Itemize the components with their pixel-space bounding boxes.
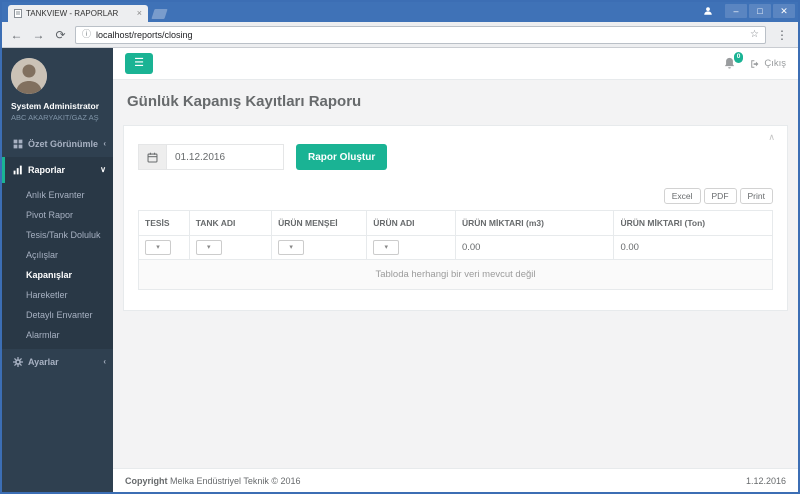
filter-urun-adi[interactable]: ▾ xyxy=(373,240,400,255)
browser-menu-icon[interactable]: ⋮ xyxy=(773,29,791,41)
minimize-button[interactable]: – xyxy=(725,4,747,18)
filter-urun-mensei[interactable]: ▾ xyxy=(278,240,305,255)
panel-collapse-icon[interactable]: ∧ xyxy=(768,133,775,142)
back-icon[interactable]: ← xyxy=(9,29,24,41)
export-pdf-button[interactable]: PDF xyxy=(703,188,737,204)
content: ∧ Rapor Oluştur Excel PDF Pri xyxy=(113,121,798,468)
profile-icon[interactable] xyxy=(697,4,719,18)
column-header-urun-adi[interactable]: ÜRÜN ADI xyxy=(366,210,456,236)
sidebar-item-detayli-envanter[interactable]: Detaylı Envanter xyxy=(2,305,113,325)
export-print-button[interactable]: Print xyxy=(739,188,773,204)
total-ton: 0.00 xyxy=(613,235,773,260)
user-name: System Administrator xyxy=(11,101,100,111)
browser-tab[interactable]: TANKVIEW - RAPORLAR × xyxy=(8,5,148,22)
total-m3: 0.00 xyxy=(454,235,615,260)
table-empty-row: Tabloda herhangi bir veri mevcut değil xyxy=(138,259,773,290)
sidebar-item-label: Özet Görünümler xyxy=(28,139,99,149)
gear-icon xyxy=(13,357,23,367)
sidebar-item-hareketler[interactable]: Hareketler xyxy=(2,285,113,305)
sidebar-toggle-button[interactable]: ☰ xyxy=(125,53,153,74)
grid-icon xyxy=(13,139,23,149)
user-profile: System Administrator ABC AKARYAKIT/GAZ A… xyxy=(2,48,113,131)
sidebar-item-tesis-tank-doluluk[interactable]: Tesis/Tank Doluluk xyxy=(2,225,113,245)
column-header-urun-miktari-ton[interactable]: ÜRÜN MİKTARI (Ton) xyxy=(613,210,773,236)
close-button[interactable]: ✕ xyxy=(773,4,795,18)
sidebar-item-alarmlar[interactable]: Alarmlar xyxy=(2,325,113,345)
logout-icon xyxy=(751,59,759,68)
filter-tesis[interactable]: ▾ xyxy=(145,240,171,255)
tab-close-icon[interactable]: × xyxy=(137,9,142,18)
empty-message: Tabloda herhangi bir veri mevcut değil xyxy=(138,259,773,290)
calendar-icon[interactable] xyxy=(138,144,166,170)
logout-label: Çıkış xyxy=(764,58,786,69)
generate-report-button[interactable]: Rapor Oluştur xyxy=(296,144,388,170)
main-area: ☰ 0 Çıkış Günlük Kapanış Kayıtları Rapor… xyxy=(113,48,798,492)
report-form: Rapor Oluştur xyxy=(138,144,773,170)
column-header-tesis[interactable]: TESİS xyxy=(138,210,190,236)
sidebar: System Administrator ABC AKARYAKIT/GAZ A… xyxy=(2,48,113,492)
chevron-down-icon: ∨ xyxy=(100,165,106,174)
address-bar[interactable]: ⓘ localhost/reports/closing ☆ xyxy=(75,25,766,44)
topbar-right: 0 Çıkış xyxy=(723,52,786,70)
export-buttons: Excel PDF Print xyxy=(138,188,773,204)
sidebar-item-label: Ayarlar xyxy=(28,357,59,367)
chevron-left-icon: ‹ xyxy=(103,357,106,366)
topbar: ☰ 0 Çıkış xyxy=(113,48,798,80)
copyright-text: Melka Endüstriyel Teknik © 2016 xyxy=(167,475,301,486)
notifications-badge: 0 xyxy=(733,52,744,63)
footer: Copyright Melka Endüstriyel Teknik © 201… xyxy=(113,468,798,492)
sidebar-item-label: Raporlar xyxy=(28,165,66,175)
window-controls: – □ ✕ xyxy=(697,4,795,18)
reports-submenu: Anlık Envanter Pivot Rapor Tesis/Tank Do… xyxy=(2,183,113,349)
url-text[interactable]: localhost/reports/closing xyxy=(96,30,745,40)
filter-tank-adi[interactable]: ▾ xyxy=(195,240,222,255)
column-header-urun-mensei[interactable]: ÜRÜN MENŞEİ xyxy=(271,210,368,236)
sidebar-item-acilislar[interactable]: Açılışlar xyxy=(2,245,113,265)
browser-window: TANKVIEW - RAPORLAR × – □ ✕ ← → ⟳ ⓘ loca… xyxy=(0,0,800,494)
notifications-bell-icon[interactable]: 0 xyxy=(723,52,744,70)
chevron-left-icon: ‹ xyxy=(103,139,106,148)
tab-title: TANKVIEW - RAPORLAR xyxy=(26,9,119,18)
report-table: TESİS TANK ADI ÜRÜN MENŞEİ ÜRÜN ADI ÜRÜN… xyxy=(138,210,773,290)
footer-copyright: Copyright Melka Endüstriyel Teknik © 201… xyxy=(125,476,301,486)
copyright-label: Copyright xyxy=(125,475,168,486)
page-heading: Günlük Kapanış Kayıtları Raporu xyxy=(113,80,798,121)
sidebar-item-kapanislar[interactable]: Kapanışlar xyxy=(2,265,113,285)
sidebar-item-raporlar[interactable]: Raporlar ∨ xyxy=(2,157,113,183)
sidebar-item-pivot-rapor[interactable]: Pivot Rapor xyxy=(2,205,113,225)
table-header-row: TESİS TANK ADI ÜRÜN MENŞEİ ÜRÜN ADI ÜRÜN… xyxy=(138,210,773,236)
column-header-tank-adi[interactable]: TANK ADI xyxy=(188,210,273,236)
column-header-urun-miktari-m3[interactable]: ÜRÜN MİKTARI (m3) xyxy=(454,210,615,236)
avatar[interactable] xyxy=(11,58,47,94)
export-excel-button[interactable]: Excel xyxy=(663,188,701,204)
tab-favicon-icon xyxy=(14,9,22,18)
sidebar-item-ozet-gorunumler[interactable]: Özet Görünümler ‹ xyxy=(2,131,113,157)
app-body: System Administrator ABC AKARYAKIT/GAZ A… xyxy=(2,48,798,492)
new-tab-button[interactable] xyxy=(151,9,168,19)
site-info-icon[interactable]: ⓘ xyxy=(82,30,91,39)
reload-icon[interactable]: ⟳ xyxy=(53,29,68,41)
bookmark-star-icon[interactable]: ☆ xyxy=(750,29,759,40)
forward-icon[interactable]: → xyxy=(31,29,46,41)
bar-chart-icon xyxy=(13,165,23,175)
logout-button[interactable]: Çıkış xyxy=(750,58,786,69)
browser-toolbar: ← → ⟳ ⓘ localhost/reports/closing ☆ ⋮ xyxy=(2,22,798,48)
date-input-group xyxy=(138,144,284,170)
browser-titlebar: TANKVIEW - RAPORLAR × – □ ✕ xyxy=(2,2,798,22)
user-company: ABC AKARYAKIT/GAZ AŞ xyxy=(11,113,99,122)
report-panel: ∧ Rapor Oluştur Excel PDF Pri xyxy=(123,125,788,311)
sidebar-item-anlik-envanter[interactable]: Anlık Envanter xyxy=(2,185,113,205)
table-filter-row: ▾ ▾ ▾ ▾ 0.00 0.00 xyxy=(138,235,773,260)
page-title: Günlük Kapanış Kayıtları Raporu xyxy=(127,93,362,110)
maximize-button[interactable]: □ xyxy=(749,4,771,18)
report-date-input[interactable] xyxy=(166,144,284,170)
sidebar-item-ayarlar[interactable]: Ayarlar ‹ xyxy=(2,349,113,375)
footer-date: 1.12.2016 xyxy=(745,475,786,486)
